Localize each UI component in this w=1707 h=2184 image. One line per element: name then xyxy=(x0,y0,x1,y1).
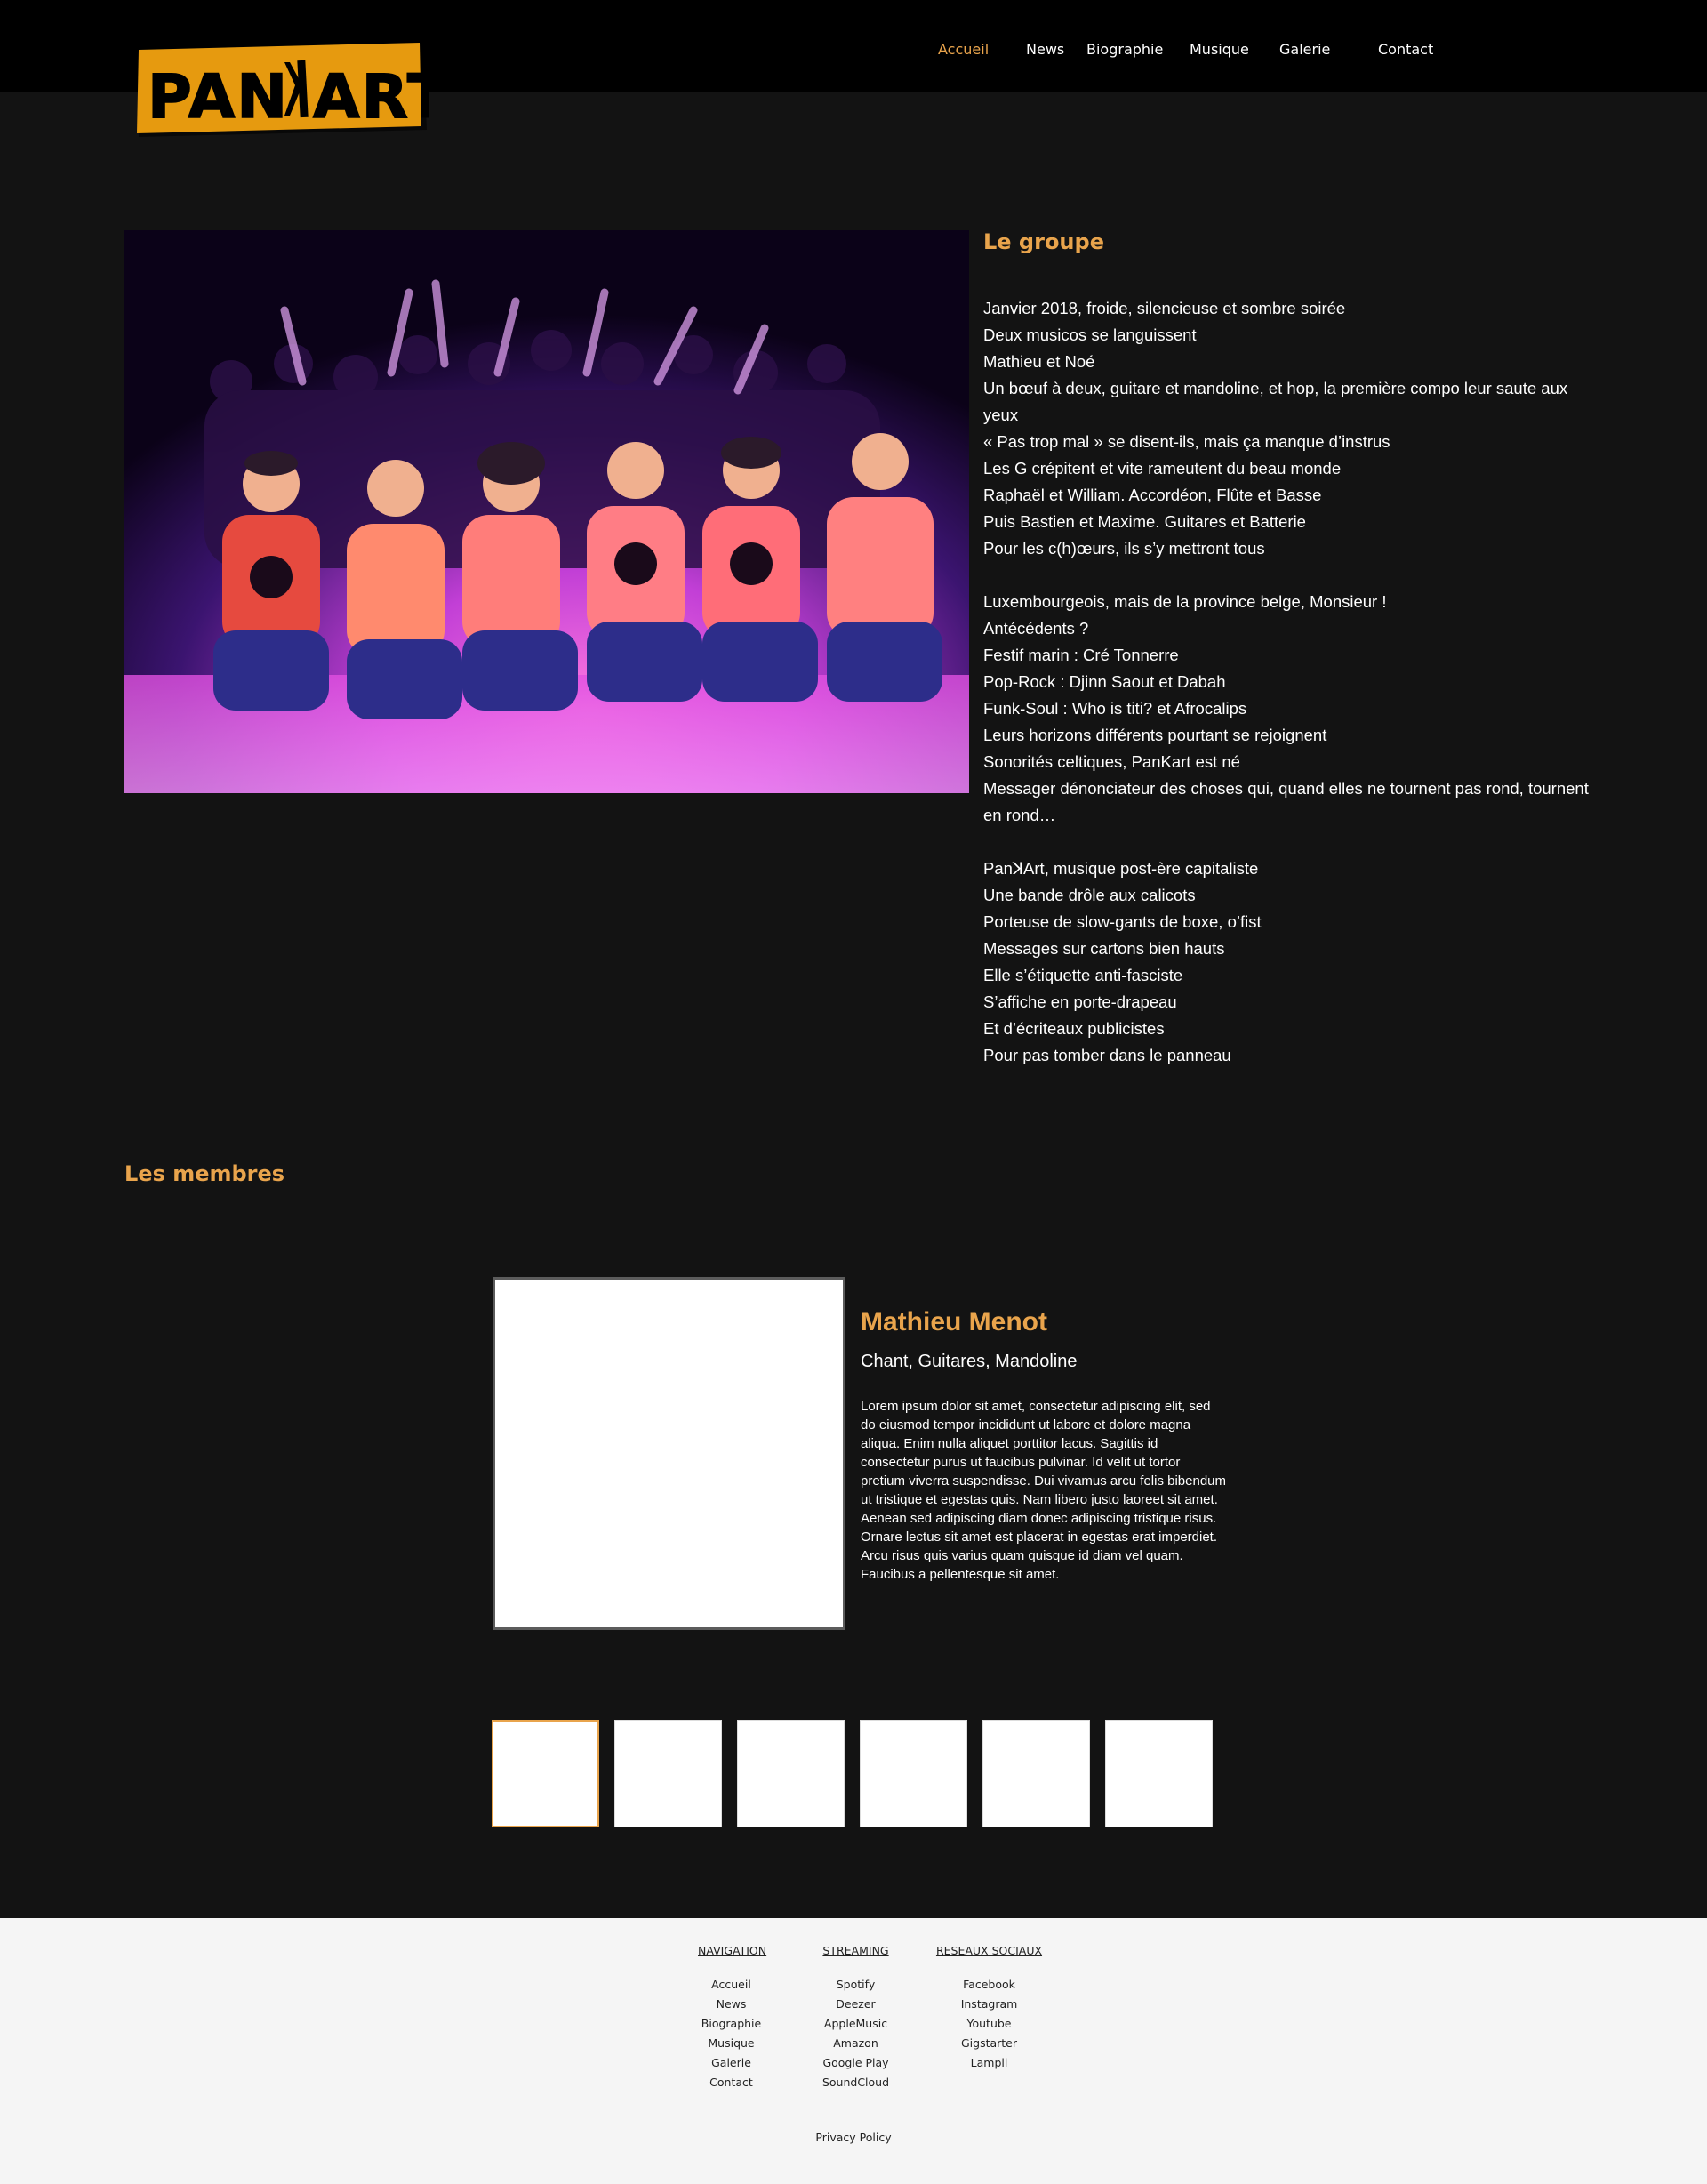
groupe-line: Pop-Rock : Djinn Saout et Dabah xyxy=(983,672,1226,691)
footer-streaming-title: STREAMING xyxy=(822,1944,889,1957)
nav-contact[interactable]: Contact xyxy=(1378,39,1433,60)
member-photo xyxy=(493,1277,845,1630)
svg-text:PAN: PAN xyxy=(148,62,289,132)
footer-navigation-column: NAVIGATION Accueil News Biographie Musique G… xyxy=(698,1944,767,2092)
band-photo xyxy=(124,230,969,793)
footer-streaming-column: STREAMING Spotify Deezer AppleMusic Amazon G… xyxy=(813,1944,898,2092)
groupe-line: Porteuse de slow-gants de boxe, o’fist xyxy=(983,912,1262,931)
site-footer: NAVIGATION Accueil News Biographie Musique G… xyxy=(0,1918,1707,2184)
footer-link-lampli[interactable]: Lampli xyxy=(934,2053,1045,2073)
groupe-line: PanꓘArt, musique post-ère capitaliste xyxy=(983,859,1259,878)
footer-link-applemusic[interactable]: AppleMusic xyxy=(813,2014,898,2034)
groupe-line: Elle s’étiquette anti-fasciste xyxy=(983,966,1183,984)
groupe-line: « Pas trop mal » se disent-ils, mais ça … xyxy=(983,432,1390,451)
groupe-line: Un bœuf à deux, guitare et mandoline, et… xyxy=(983,379,1568,424)
nav-news[interactable]: News xyxy=(1026,39,1066,60)
footer-social-column: RESEAUX SOCIAUX Facebook Instagram Youtube… xyxy=(934,1944,1045,2073)
member-thumbnail[interactable] xyxy=(1105,1720,1213,1827)
groupe-line: Funk-Soul : Who is titi? et Afrocalips xyxy=(983,699,1247,718)
footer-link-galerie[interactable]: Galerie xyxy=(698,2053,765,2073)
nav-biographie[interactable]: Biographie xyxy=(1086,39,1166,60)
groupe-line: Deux musicos se languissent xyxy=(983,325,1197,344)
member-name: Mathieu Menot xyxy=(861,1307,1047,1337)
nav-galerie[interactable]: Galerie xyxy=(1279,39,1333,60)
footer-link-google-play[interactable]: Google Play xyxy=(813,2053,898,2073)
svg-text:ART: ART xyxy=(313,62,429,132)
footer-link-soundcloud[interactable]: SoundCloud xyxy=(813,2073,898,2092)
groupe-text: Janvier 2018, froide, silencieuse et som… xyxy=(983,295,1606,1069)
groupe-line: Puis Bastien et Maxime. Guitares et Batt… xyxy=(983,512,1306,531)
member-role: Chant, Guitares, Mandoline xyxy=(861,1352,1078,1371)
groupe-line: Une bande drôle aux calicots xyxy=(983,886,1196,904)
member-bio: Lorem ipsum dolor sit amet, consectetur … xyxy=(861,1399,1227,1582)
groupe-line: Leurs horizons différents pourtant se re… xyxy=(983,726,1327,744)
groupe-line: Festif marin : Cré Tonnerre xyxy=(983,646,1179,664)
groupe-line: Antécédents ? xyxy=(983,619,1089,638)
pankart-logo[interactable]: PAN ART xyxy=(135,41,449,141)
member-thumbnail[interactable] xyxy=(737,1720,845,1827)
groupe-spacer xyxy=(983,562,1606,589)
footer-link-musique[interactable]: Musique xyxy=(698,2034,765,2053)
member-thumbnail[interactable] xyxy=(492,1720,599,1827)
footer-link-biographie[interactable]: Biographie xyxy=(698,2014,765,2034)
footer-link-deezer[interactable]: Deezer xyxy=(813,1995,898,2014)
footer-link-gigstarter[interactable]: Gigstarter xyxy=(934,2034,1045,2053)
main-nav: Accueil News Biographie Musique Galerie … xyxy=(916,39,1433,60)
footer-navigation-title: NAVIGATION xyxy=(698,1944,767,1957)
groupe-line: Messages sur cartons bien hauts xyxy=(983,939,1225,958)
membres-title: Les membres xyxy=(124,1161,285,1186)
groupe-spacer xyxy=(983,829,1606,855)
groupe-title: Le groupe xyxy=(983,229,1104,254)
groupe-line: Mathieu et Noé xyxy=(983,352,1095,371)
groupe-line: Pour les c(h)œurs, ils s’y mettront tous xyxy=(983,539,1265,558)
nav-accueil[interactable]: Accueil xyxy=(938,39,991,60)
footer-social-title: RESEAUX SOCIAUX xyxy=(935,1944,1043,1957)
member-thumbnail[interactable] xyxy=(982,1720,1090,1827)
footer-link-spotify[interactable]: Spotify xyxy=(813,1975,898,1995)
groupe-line: S’affiche en porte-drapeau xyxy=(983,992,1177,1011)
member-thumbnails xyxy=(492,1720,1213,1827)
nav-musique[interactable]: Musique xyxy=(1190,39,1252,60)
footer-link-news[interactable]: News xyxy=(698,1995,765,2014)
privacy-policy-link[interactable]: Privacy Policy xyxy=(0,2131,1707,2144)
footer-link-contact[interactable]: Contact xyxy=(698,2073,765,2092)
groupe-line: Janvier 2018, froide, silencieuse et som… xyxy=(983,299,1346,317)
footer-link-youtube[interactable]: Youtube xyxy=(934,2014,1045,2034)
groupe-line: Les G crépitent et vite rameutent du bea… xyxy=(983,459,1342,478)
groupe-line: Sonorités celtiques, PanKart est né xyxy=(983,752,1240,771)
member-thumbnail[interactable] xyxy=(614,1720,722,1827)
footer-link-amazon[interactable]: Amazon xyxy=(813,2034,898,2053)
groupe-line: Luxembourgeois, mais de la province belg… xyxy=(983,592,1387,611)
groupe-line: Pour pas tomber dans le panneau xyxy=(983,1046,1231,1064)
member-thumbnail[interactable] xyxy=(860,1720,967,1827)
groupe-line: Raphaël et William. Accordéon, Flûte et … xyxy=(983,486,1322,504)
groupe-line: Et d’écriteaux publicistes xyxy=(983,1019,1165,1038)
footer-link-accueil[interactable]: Accueil xyxy=(698,1975,765,1995)
groupe-line: Messager dénonciateur des choses qui, qu… xyxy=(983,779,1589,824)
footer-link-facebook[interactable]: Facebook xyxy=(934,1975,1045,1995)
footer-link-instagram[interactable]: Instagram xyxy=(934,1995,1045,2014)
